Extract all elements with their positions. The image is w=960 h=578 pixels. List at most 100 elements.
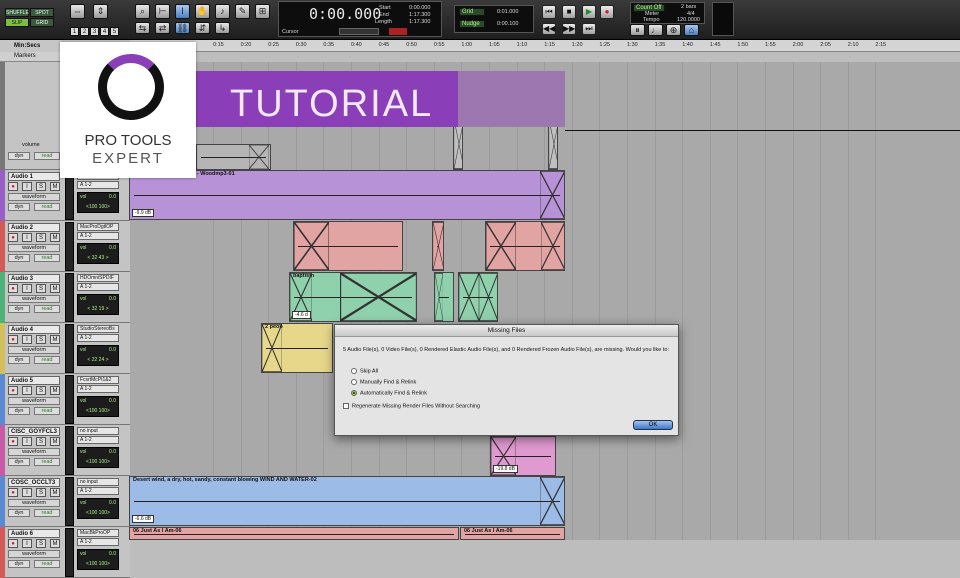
output-selector[interactable]: A 1-2 [77,436,119,444]
zoom-preset-3[interactable]: 3 [90,27,99,36]
audio-clip[interactable] [293,221,403,271]
play-icon[interactable]: ▶ [582,5,596,19]
output-selector[interactable]: A 1-2 [77,334,119,342]
audio-clip[interactable]: -19.8 dB [490,436,556,476]
output-selector[interactable]: A 1-2 [77,181,119,189]
volume-pan-display[interactable]: vol 0.0 <100 100> [77,396,119,417]
zoom-vertical-icon[interactable]: ⇕ [93,4,108,19]
auto-mode[interactable]: read [34,305,60,313]
end-value[interactable]: 1:17.300 [409,12,430,18]
conductor-icon[interactable]: ⌂ [684,24,699,36]
audio-clip[interactable] [485,221,565,271]
zoom-horizontal-icon[interactable]: ⇔ [70,4,85,19]
clip-gain-badge[interactable]: -9.9 dB [132,209,155,217]
track-name[interactable]: Audio 2 [8,223,60,232]
zoom-preset-1[interactable]: 1 [70,27,79,36]
track-name[interactable]: Audio 6 [8,529,60,538]
auto-mode[interactable]: read [34,254,60,262]
auto-mode[interactable]: read [34,407,60,415]
mirror-icon[interactable]: ⇄ [155,22,170,34]
insert-follow-icon[interactable]: ↳ [215,22,230,34]
track-header[interactable]: Audio 5 ● I S Mwaveform dyn read FcsrtMcPt1&2 A … [0,374,130,425]
output-selector[interactable]: A 1-2 [77,283,119,291]
ok-button[interactable]: OK [633,420,673,430]
manual-relink-radio[interactable]: Manually Find & Relink [351,379,416,386]
clip-gain-badge[interactable]: -4.6 d [292,311,311,319]
track-view-selector[interactable]: waveform [8,295,60,303]
auto-dyn[interactable]: dyn [8,458,30,466]
solo-icon[interactable]: S [36,539,46,548]
auto-dyn[interactable]: dyn [8,560,30,568]
volume-pan-display[interactable]: vol 0.0 < 22 24 > [77,345,119,366]
auto-dyn[interactable]: dyn [8,305,30,313]
fade-icon[interactable] [340,273,417,321]
auto-dyn[interactable]: dyn [8,356,30,364]
mute-icon[interactable]: M [50,488,60,497]
record-enable-icon[interactable]: ● [8,437,18,446]
record-enable-icon[interactable]: ● [8,386,18,395]
auto-mode[interactable]: read [34,356,60,364]
slip-mode-button[interactable]: SLIP [5,18,29,27]
fade-icon[interactable] [459,273,479,321]
zoom-preset-5[interactable]: 5 [110,27,119,36]
trim-tool-icon[interactable]: ⊢ [155,4,170,19]
track-header[interactable]: Audio 4 ● I S Mwaveform dyn read StudioStereoBs… [0,323,130,374]
solo-icon[interactable]: S [36,335,46,344]
record-enable-icon[interactable]: ● [8,539,18,548]
input-monitor-icon[interactable]: I [22,335,32,344]
grid-mode-button[interactable]: GRID [30,18,54,27]
zoom-preset-2[interactable]: 2 [80,27,89,36]
output-selector[interactable]: A 1-2 [77,487,119,495]
mute-icon[interactable]: M [50,386,60,395]
audio-clip[interactable]: Desert wind, a dry, hot, sandy, constant… [129,476,565,526]
metronome-icon[interactable]: ♩ [648,24,663,36]
shuffle-mode-button[interactable]: SHUFFLE [5,8,29,17]
scrubber-tool-icon[interactable]: ♪ [215,4,230,19]
start-value[interactable]: 0:00.000 [409,5,430,11]
auto-mode[interactable]: read [34,203,60,211]
fade-icon[interactable] [486,222,516,270]
solo-icon[interactable]: S [36,437,46,446]
auto-mode[interactable]: read [34,560,60,568]
auto-mode[interactable]: read [34,458,60,466]
output-selector[interactable]: A 1-2 [77,232,119,240]
fade-icon[interactable] [249,145,269,169]
auto-dyn[interactable]: dyn [8,254,30,262]
track-view-selector[interactable]: waveform [8,193,60,201]
track-name[interactable]: Audio 3 [8,274,60,283]
mute-icon[interactable]: M [50,437,60,446]
record-enable-icon[interactable]: ● [8,182,18,191]
mute-icon[interactable]: M [50,182,60,191]
insert-slot[interactable]: no input [77,427,119,435]
grabber-tool-icon[interactable]: ✋ [195,4,210,19]
track-view-selector[interactable]: waveform [8,550,60,558]
skip-all-radio[interactable]: Skip All [351,368,378,375]
insert-slot[interactable]: FcsrtMcPt1&2 [77,376,119,384]
record-icon[interactable]: ● [600,5,614,19]
insert-slot[interactable]: MacBkProOP [77,529,119,537]
mute-icon[interactable]: M [50,284,60,293]
track-name[interactable]: Audio 5 [8,376,60,385]
audio-clip[interactable]: baptism -4.6 d [289,272,417,322]
fast-forward-icon[interactable]: ▶▶ [562,23,576,35]
record-enable-icon[interactable]: ● [8,335,18,344]
insert-slot[interactable]: HDOmniSPDIF [77,274,119,282]
link-timeline-icon[interactable]: ⛓ [175,22,190,34]
grid-value[interactable]: 0:01.000 [497,9,518,15]
track-header[interactable]: Audio 3 ● I S Mwaveform dyn read HDOmniSPDIF A 1… [0,272,130,323]
audio-clip[interactable]: 06 Just As I Am-06 [129,527,459,540]
length-value[interactable]: 1:17.300 [409,19,430,25]
output-selector[interactable]: A 1-2 [77,385,119,393]
auto-dyn[interactable]: dyn [8,152,30,160]
main-counter[interactable]: 0:00.000 [309,5,381,23]
fade-icon[interactable] [262,324,282,372]
volume-clip[interactable] [196,144,271,170]
volume-pan-display[interactable]: vol 0.0 <100 100> [77,192,119,213]
zoom-preset-4[interactable]: 4 [100,27,109,36]
insert-slot[interactable]: StudioStereoBs [77,325,119,333]
track-view-selector[interactable]: waveform [8,346,60,354]
volume-pan-display[interactable]: vol 0.0 < 32 19 > [77,294,119,315]
grid-label[interactable]: Grid [459,8,485,16]
clip-gain-badge[interactable]: -6.6 dB [132,515,155,523]
input-monitor-icon[interactable]: I [22,539,32,548]
